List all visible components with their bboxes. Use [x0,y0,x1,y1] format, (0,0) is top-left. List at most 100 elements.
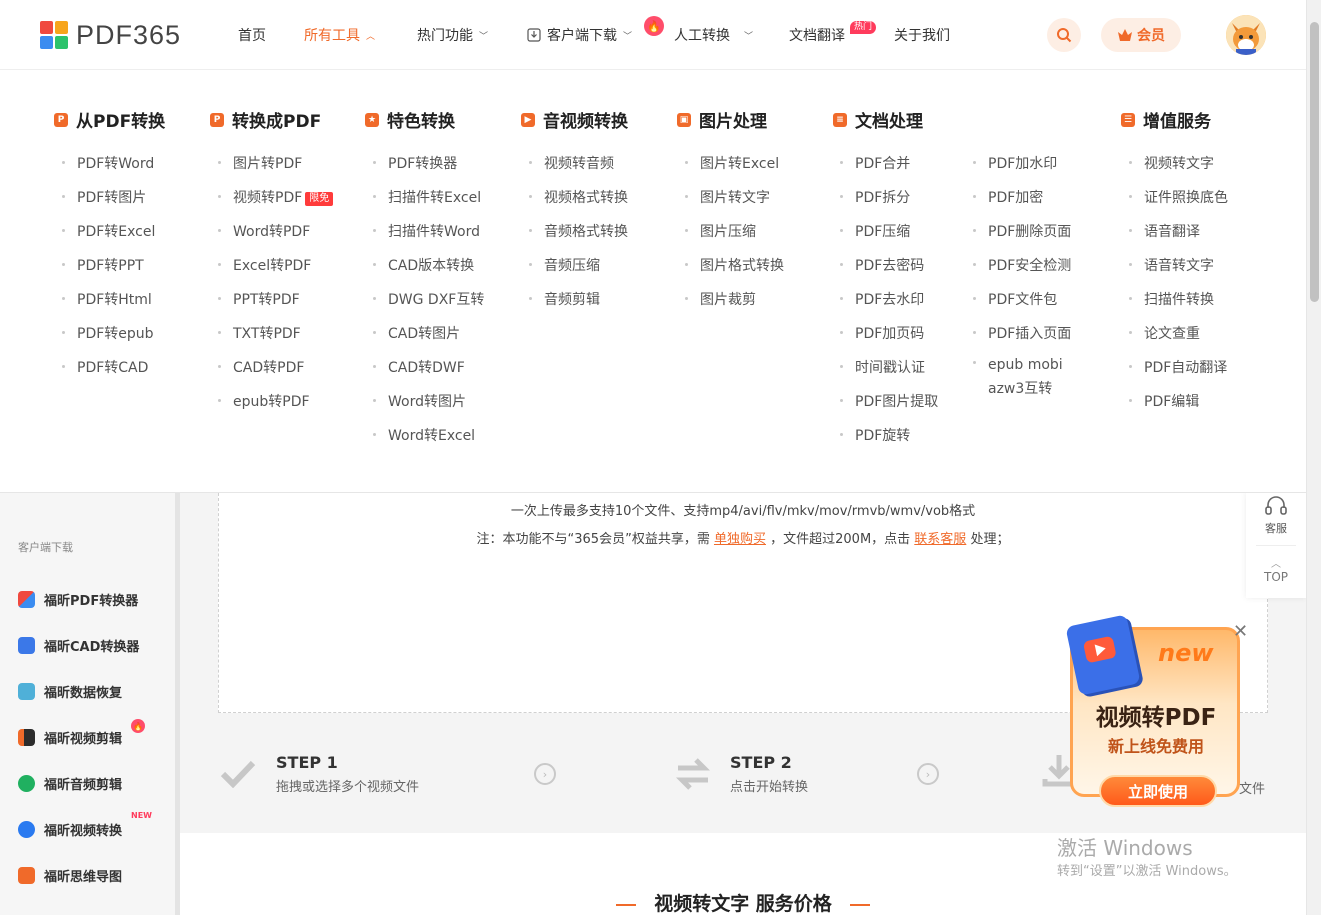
play-icon: ▶ [521,112,535,127]
menu-item[interactable]: PDF去密码 [839,255,938,289]
avatar[interactable] [1226,15,1266,55]
menu-item[interactable]: TXT转PDF [217,323,333,357]
menu-column-doc-2: PDF加水印 PDF加密 PDF删除页面 PDF安全检测 PDF文件包 PDF插… [972,153,1071,411]
note-text: ，文件超过200M，点击 [770,532,911,547]
nav-all-tools[interactable]: 所有工具 ︿ [304,25,375,45]
menu-item[interactable]: PPT转PDF [217,289,333,323]
menu-item[interactable]: 图片转Excel [685,153,784,187]
menu-item[interactable]: PDF转Word [61,153,155,187]
menu-item[interactable]: 论文查重 [1129,323,1228,357]
menu-item[interactable]: PDF编辑 [1129,391,1228,425]
menu-item[interactable]: PDF加密 [972,187,1071,221]
menu-item[interactable]: PDF旋转 [839,425,938,459]
menu-item[interactable]: 视频转音频 [529,153,628,187]
sidebar-item-data-recovery[interactable]: 福昕数据恢复 [18,682,122,701]
scrollbar[interactable] [1306,0,1321,915]
search-button[interactable] [1047,18,1081,52]
menu-item[interactable]: 视频格式转换 [529,187,628,221]
menu-item[interactable]: 时间戳认证 [839,357,938,391]
menu-item[interactable]: 扫描件转Word [372,221,484,255]
sidebar-item-mindmap[interactable]: 福昕思维导图 [18,866,122,885]
page: PDF365 首页 所有工具 ︿ 热门功能 ﹀ 客户端下载 ﹀ 🔥 人工转换 ﹀ 文档翻… [0,0,1321,915]
nav-doc-translate[interactable]: 文档翻译 [789,25,845,45]
menu-item[interactable]: PDF压缩 [839,221,938,255]
menu-item[interactable]: 证件照换底色 [1129,187,1228,221]
back-to-top-button[interactable]: TOP [1246,570,1306,584]
chevron-down-icon: ﹀ [623,31,633,42]
menu-item[interactable]: 扫描件转换 [1129,289,1228,323]
menu-item[interactable]: 视频转文字 [1129,153,1228,187]
contact-service-link[interactable]: 联系客服 [914,532,966,547]
menu-item[interactable]: PDF文件包 [972,289,1071,323]
menu-item[interactable]: PDF插入页面 [972,323,1071,357]
menu-item[interactable]: PDF合并 [839,153,938,187]
sidebar-item-audio-editor[interactable]: 福昕音频剪辑 [18,774,122,793]
menu-column-image: 图片转Excel 图片转文字 图片压缩 图片格式转换 图片裁剪 [685,153,784,323]
activate-windows-title: 激活 Windows [1057,836,1193,860]
menu-item[interactable]: PDF转CAD [61,357,155,391]
video-converter-icon [18,821,35,838]
menu-item[interactable]: PDF安全检测 [972,255,1071,289]
menu-item[interactable]: Word转图片 [372,391,484,425]
top-header: PDF365 首页 所有工具 ︿ 热门功能 ﹀ 客户端下载 ﹀ 🔥 人工转换 ﹀ 文档翻… [0,0,1306,70]
menu-item[interactable]: 图片格式转换 [685,255,784,289]
sidebar-item-pdf-converter[interactable]: 福昕PDF转换器 [18,590,138,609]
menu-item[interactable]: PDF加页码 [839,323,938,357]
menu-item[interactable]: DWG DXF互转 [372,289,484,323]
menu-item[interactable]: 图片裁剪 [685,289,784,323]
arrow-right-icon: › [534,763,556,785]
menu-item[interactable]: PDF图片提取 [839,391,938,425]
nav-home[interactable]: 首页 [238,25,266,45]
menu-item[interactable]: PDF删除页面 [972,221,1071,255]
customer-service-button[interactable]: 客服 [1246,520,1306,536]
menu-item[interactable]: PDF转epub [61,323,155,357]
menu-item[interactable]: 音频剪辑 [529,289,628,323]
menu-item[interactable]: PDF转Html [61,289,155,323]
menu-item[interactable]: PDF转图片 [61,187,155,221]
logo-text: PDF365 [76,19,182,50]
menu-item[interactable]: Word转Excel [372,425,484,459]
menu-item[interactable]: CAD版本转换 [372,255,484,289]
menu-item[interactable]: 图片压缩 [685,221,784,255]
sidebar-item-video-converter[interactable]: 福昕视频转换 [18,820,122,839]
use-now-button[interactable]: 立即使用 [1099,775,1217,807]
menu-item[interactable]: Word转PDF [217,221,333,255]
menu-item[interactable]: PDF自动翻译 [1129,357,1228,391]
nav-client-download[interactable]: 客户端下载 ﹀ [527,25,632,45]
menu-item[interactable]: 视频转PDF 限免 [217,187,334,221]
sidebar-item-video-editor[interactable]: 福昕视频剪辑 [18,728,122,747]
menu-item[interactable]: PDF加水印 [972,153,1071,187]
menu-item[interactable]: PDF转换器 [372,153,484,187]
menu-item[interactable]: CAD转图片 [372,323,484,357]
menu-item[interactable]: 图片转PDF [217,153,333,187]
scrollbar-thumb[interactable] [1310,22,1319,302]
menu-item[interactable]: 图片转文字 [685,187,784,221]
menu-item[interactable]: 音频压缩 [529,255,628,289]
pdf-converter-icon [18,591,35,608]
step-number: STEP 2 [730,753,792,772]
menu-item[interactable]: Excel转PDF [217,255,333,289]
menu-item[interactable]: 语音转文字 [1129,255,1228,289]
menu-item[interactable]: 扫描件转Excel [372,187,484,221]
menu-item[interactable]: PDF去水印 [839,289,938,323]
menu-column-special: PDF转换器 扫描件转Excel 扫描件转Word CAD版本转换 DWG DX… [372,153,484,459]
menu-column-from-pdf: PDF转Word PDF转图片 PDF转Excel PDF转PPT PDF转Ht… [61,153,155,391]
sidebar-item-cad-converter[interactable]: 福昕CAD转换器 [18,636,139,655]
buy-separately-link[interactable]: 单独购买 [714,532,766,547]
nav-manual-convert[interactable]: 人工转换 ﹀ [674,25,753,45]
nav-hot-features[interactable]: 热门功能 ﹀ [417,25,488,45]
menu-item[interactable]: epub mobi azw3互转 [972,353,1071,411]
menu-item[interactable]: PDF转Excel [61,221,155,255]
logo[interactable]: PDF365 [40,20,181,50]
menu-item[interactable]: epub转PDF [217,391,333,425]
member-button[interactable]: 会员 [1101,18,1181,52]
menu-item[interactable]: CAD转PDF [217,357,333,391]
convert-icon [676,758,710,790]
menu-item[interactable]: PDF转PPT [61,255,155,289]
menu-item[interactable]: 音频格式转换 [529,221,628,255]
menu-item[interactable]: PDF拆分 [839,187,938,221]
nav-about[interactable]: 关于我们 [894,25,950,45]
menu-item[interactable]: CAD转DWF [372,357,484,391]
close-icon[interactable]: ✕ [1233,621,1248,642]
menu-item[interactable]: 语音翻译 [1129,221,1228,255]
